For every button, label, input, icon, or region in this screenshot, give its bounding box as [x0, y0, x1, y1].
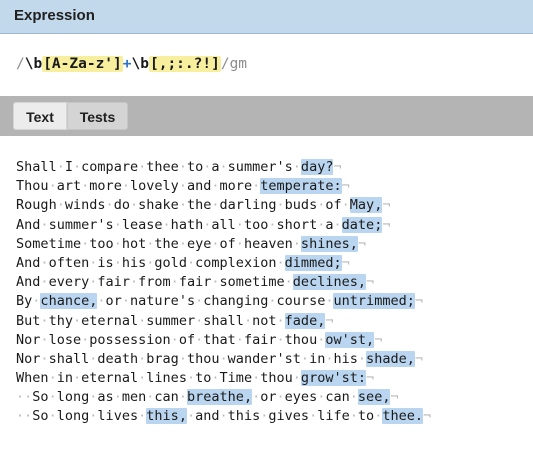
text-segment: Sometime·too·hot·the·eye·of·heaven· [16, 235, 301, 252]
text-lines: Shall·I·compare·thee·to·a·summer's·day?¬… [16, 158, 431, 427]
text-segment: By· [16, 293, 41, 310]
regex-word-boundary: \b [131, 56, 149, 72]
text-segment: And·every·fair·from·fair·sometime· [16, 274, 293, 291]
end-of-line-marker: ¬ [374, 331, 383, 348]
text-line: By·chance,·or·nature's·changing·course·u… [16, 292, 431, 311]
text-line: Rough·winds·do·shake·the·darling·buds·of… [16, 196, 431, 215]
regex-flags: gm [229, 56, 248, 72]
regex-open-delimiter: / [16, 56, 25, 72]
expression-editor[interactable]: /\b[A-Za-z']+\b[,;:.?!]/gm [0, 34, 533, 96]
end-of-line-marker: ¬ [382, 197, 391, 214]
text-segment: ·or·nature's·changing·course· [97, 293, 334, 310]
text-line: ··So·long·lives·this,·and·this·gives·lif… [16, 407, 431, 426]
text-segment: And·summer's·lease·hath·all·too·short·a· [16, 216, 342, 233]
text-segment: ··So·long·lives· [16, 408, 147, 425]
text-line: And·summer's·lease·hath·all·too·short·a·… [16, 216, 431, 235]
match-highlight: thee. [382, 408, 424, 425]
text-segment: And·often·is·his·gold·complexion· [16, 254, 285, 271]
end-of-line-marker: ¬ [390, 389, 399, 406]
match-highlight: chance, [40, 293, 98, 310]
panel-title: Expression [14, 7, 95, 24]
end-of-line-marker: ¬ [357, 235, 367, 252]
tab-tests[interactable]: Tests [67, 102, 128, 130]
text-segment: Shall·I·compare·thee·to·a·summer's· [16, 159, 301, 175]
text-segment: ··So·long·as·men·can· [16, 389, 187, 406]
test-text-area[interactable]: Shall·I·compare·thee·to·a·summer's·day?¬… [0, 136, 533, 462]
match-highlight: shines, [300, 235, 358, 252]
tabs-bar: Text Tests [0, 96, 533, 136]
regex-char-set: [,;:.?!] [148, 56, 221, 72]
text-line: Sometime·too·hot·the·eye·of·heaven·shine… [16, 235, 431, 254]
text-line: And·every·fair·from·fair·sometime·declin… [16, 273, 431, 292]
end-of-line-marker: ¬ [341, 178, 350, 195]
match-highlight: shade, [366, 350, 415, 367]
regex-expression[interactable]: /\b[A-Za-z']+\b[,;:.?!]/gm [16, 56, 247, 72]
text-line: Thou·art·more·lovely·and·more·temperate:… [16, 177, 431, 196]
end-of-line-marker: ¬ [382, 216, 391, 233]
end-of-line-marker: ¬ [341, 254, 350, 271]
match-highlight: breathe, [186, 389, 253, 406]
end-of-line-marker: ¬ [366, 370, 375, 387]
regex-char-set: [A-Za-z'] [42, 56, 123, 72]
match-highlight: grow'st: [300, 370, 367, 387]
text-line: But·thy·eternal·summer·shall·not·fade,¬ [16, 312, 431, 331]
text-line: Nor·shall·death·brag·thou·wander'st·in·h… [16, 350, 431, 369]
match-highlight: see, [357, 389, 391, 406]
match-highlight: day? [300, 159, 334, 175]
match-highlight: May, [349, 197, 383, 214]
match-highlight: this, [146, 408, 187, 425]
match-highlight: untrimmed; [333, 293, 415, 310]
tab-text[interactable]: Text [13, 102, 67, 130]
text-line: When·in·eternal·lines·to·Time·thou·grow'… [16, 369, 431, 388]
match-highlight: declines, [292, 274, 367, 291]
text-segment: Thou·art·more·lovely·and·more· [16, 178, 261, 195]
text-segment: ·or·eyes·can· [252, 389, 358, 406]
text-line: ··So·long·as·men·can·breathe,·or·eyes·ca… [16, 388, 431, 407]
regex-close-delimiter: / [220, 56, 230, 72]
end-of-line-marker: ¬ [366, 274, 375, 291]
text-segment: ·and·this·gives·life·to· [186, 408, 383, 425]
expression-panel-header: Expression [0, 0, 533, 34]
text-segment: Nor·shall·death·brag·thou·wander'st·in·h… [16, 350, 367, 367]
match-highlight: ow'st, [325, 331, 375, 348]
regex-word-boundary: \b [24, 56, 43, 72]
text-segment: Nor·lose·possession·of·that·fair·thou· [16, 331, 326, 348]
text-line: Nor·lose·possession·of·that·fair·thou·ow… [16, 331, 431, 350]
match-highlight: date; [341, 216, 383, 233]
match-highlight: fade, [284, 312, 326, 329]
text-segment: But·thy·eternal·summer·shall·not· [16, 312, 285, 329]
end-of-line-marker: ¬ [414, 350, 424, 367]
end-of-line-marker: ¬ [325, 312, 334, 329]
text-line: Shall·I·compare·thee·to·a·summer's·day?¬ [16, 158, 431, 177]
text-line: And·often·is·his·gold·complexion·dimmed;… [16, 254, 431, 273]
text-segment: When·in·eternal·lines·to·Time·thou· [16, 370, 301, 387]
text-segment: Rough·winds·do·shake·the·darling·buds·of… [16, 197, 350, 214]
match-highlight: dimmed; [284, 254, 342, 271]
regex-quantifier: + [122, 56, 132, 72]
end-of-line-marker: ¬ [423, 408, 432, 425]
end-of-line-marker: ¬ [414, 293, 424, 310]
end-of-line-marker: ¬ [333, 159, 342, 175]
match-highlight: temperate: [260, 178, 342, 195]
